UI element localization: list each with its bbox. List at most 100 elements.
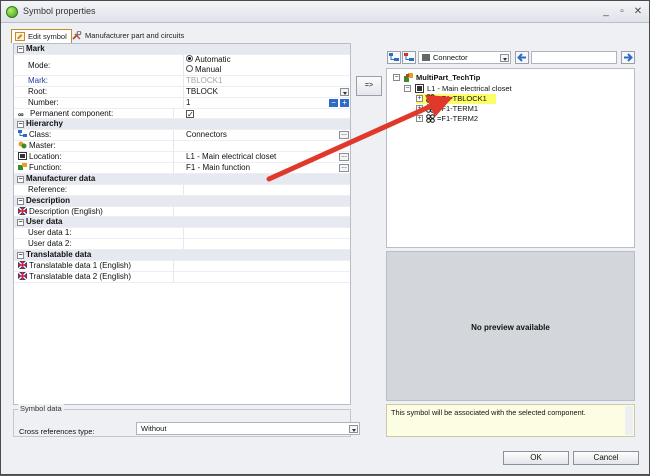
mode-manual-radio[interactable]: Manual (186, 64, 350, 75)
mode-automatic-radio[interactable]: Automatic (186, 54, 350, 65)
location-field[interactable]: L1 - Main electrical closet... (186, 152, 350, 162)
translatable-1-field[interactable] (186, 261, 350, 271)
collapse-icon[interactable]: − (17, 121, 24, 129)
master-icon (18, 141, 27, 149)
permanent-checkbox[interactable]: ✓ (186, 109, 194, 118)
category-translatable-data[interactable]: − Translatable data (14, 250, 350, 262)
radio-icon (186, 64, 193, 72)
edit-symbol-icon (15, 32, 25, 41)
tab-manufacturer-part[interactable]: Manufacturer part and circuits (69, 29, 188, 43)
dropdown-arrow-icon[interactable] (349, 425, 358, 433)
tools-icon (72, 31, 82, 40)
symbol-data-group: Symbol data Cross references type: Witho… (13, 404, 360, 437)
search-input[interactable] (531, 51, 617, 64)
property-user-data-2: User data 2: (14, 239, 350, 251)
master-field[interactable] (186, 141, 350, 151)
category-user-data[interactable]: − User data (14, 217, 350, 229)
function-icon (18, 163, 27, 171)
component-type-select[interactable]: Connector (418, 51, 511, 64)
class-field[interactable]: Connectors... (186, 130, 350, 140)
browse-button[interactable]: ... (339, 152, 349, 162)
project-icon (404, 73, 413, 82)
infinity-icon: ∞ (18, 109, 24, 119)
info-message: This symbol will be associated with the … (391, 408, 586, 417)
tab-manufacturer-part-label: Manufacturer part and circuits (85, 31, 185, 40)
property-location: Location: L1 - Main electrical closet... (14, 152, 350, 164)
close-button[interactable]: ✕ (631, 5, 645, 18)
filter-tree-icon[interactable] (402, 51, 416, 64)
ok-button[interactable]: OK (503, 451, 569, 465)
property-description-english: Description (English) (14, 206, 350, 218)
info-scrollbar[interactable] (625, 406, 633, 435)
property-translatable-1: Translatable data 1 (English) (14, 261, 350, 272)
terminal-icon (426, 114, 435, 123)
expand-icon[interactable]: + (416, 115, 423, 122)
user-data-2-field[interactable] (186, 239, 350, 249)
preview-message: No preview available (471, 323, 550, 332)
description-field[interactable] (186, 207, 350, 217)
number-field[interactable]: 1 − + (186, 98, 350, 108)
property-master: Master: (14, 141, 350, 153)
browse-button[interactable]: ... (339, 130, 349, 140)
increment-icon[interactable]: + (340, 98, 349, 107)
collapse-icon[interactable]: − (17, 219, 24, 227)
connector-icon (422, 54, 430, 61)
radio-selected-icon (186, 54, 193, 62)
minimize-button[interactable]: _ (599, 5, 613, 18)
property-class: Class: Connectors... (14, 130, 350, 142)
expand-icon[interactable]: + (416, 95, 423, 102)
property-reference: Reference: (14, 184, 350, 196)
property-root: Root: TBLOCK (14, 86, 350, 98)
restore-button[interactable]: ▫ (615, 5, 629, 18)
previous-arrow-icon[interactable] (515, 51, 529, 64)
symbol-properties-window: Symbol properties _ ▫ ✕ Edit symbol Manu… (0, 0, 650, 475)
uk-flag-icon (18, 271, 27, 280)
dropdown-arrow-icon[interactable] (500, 54, 509, 62)
property-permanent: ∞ Permanent component: ✓ (14, 108, 350, 120)
cross-references-select[interactable]: Without (136, 422, 360, 435)
symbol-preview: No preview available (386, 251, 635, 401)
property-translatable-2: Translatable data 2 (English) (14, 271, 350, 283)
collapse-icon[interactable]: − (393, 74, 400, 81)
tree-node-tblock1[interactable]: + =F1-TBLOCK1 (416, 94, 496, 104)
reference-field[interactable] (186, 185, 350, 195)
cross-references-label: Cross references type: (19, 427, 95, 436)
component-tree: − MultiPart_TechTip − L1 - Main electric… (386, 68, 635, 248)
collapse-icon[interactable]: − (404, 85, 411, 92)
terminal-icon (426, 104, 435, 113)
property-number: Number: 1 − + (14, 97, 350, 109)
properties-grid-panel: − Mark Mode: Automatic Manual Mark: TBLOC… (13, 43, 351, 405)
translatable-2-field[interactable] (186, 272, 350, 282)
info-box: This symbol will be associated with the … (386, 404, 635, 437)
collapse-icon[interactable]: − (17, 197, 24, 205)
decrement-icon[interactable]: − (329, 98, 338, 107)
tree-view-icon[interactable] (387, 51, 401, 64)
user-data-1-field[interactable] (186, 228, 350, 238)
associate-button[interactable]: => (356, 76, 382, 96)
uk-flag-icon (18, 261, 27, 270)
next-arrow-icon[interactable] (621, 51, 635, 64)
expand-icon[interactable]: + (416, 105, 423, 112)
location-icon (415, 84, 424, 93)
window-title: Symbol properties (23, 6, 96, 16)
category-description[interactable]: − Description (14, 195, 350, 207)
collapse-icon[interactable]: − (17, 175, 24, 183)
property-mode: Mode: Automatic Manual (14, 54, 350, 76)
tab-edit-symbol-label: Edit symbol (28, 32, 67, 41)
category-mark[interactable]: − Mark (14, 44, 350, 55)
category-manufacturer-data[interactable]: − Manufacturer data (14, 173, 350, 185)
uk-flag-icon (18, 206, 27, 215)
class-icon (18, 130, 27, 138)
cancel-button[interactable]: Cancel (573, 451, 639, 465)
category-hierarchy[interactable]: − Hierarchy (14, 119, 350, 131)
function-field[interactable]: F1 - Main function... (186, 163, 350, 173)
property-user-data-1: User data 1: (14, 228, 350, 240)
property-mark: Mark: TBLOCK1 (14, 75, 350, 87)
browse-button[interactable]: ... (339, 163, 349, 173)
collapse-icon[interactable]: − (17, 252, 24, 260)
collapse-icon[interactable]: − (17, 46, 24, 53)
root-select[interactable]: TBLOCK (186, 87, 350, 97)
dropdown-arrow-icon[interactable] (340, 87, 349, 96)
tab-edit-symbol[interactable]: Edit symbol (11, 29, 72, 43)
location-icon (18, 152, 27, 161)
